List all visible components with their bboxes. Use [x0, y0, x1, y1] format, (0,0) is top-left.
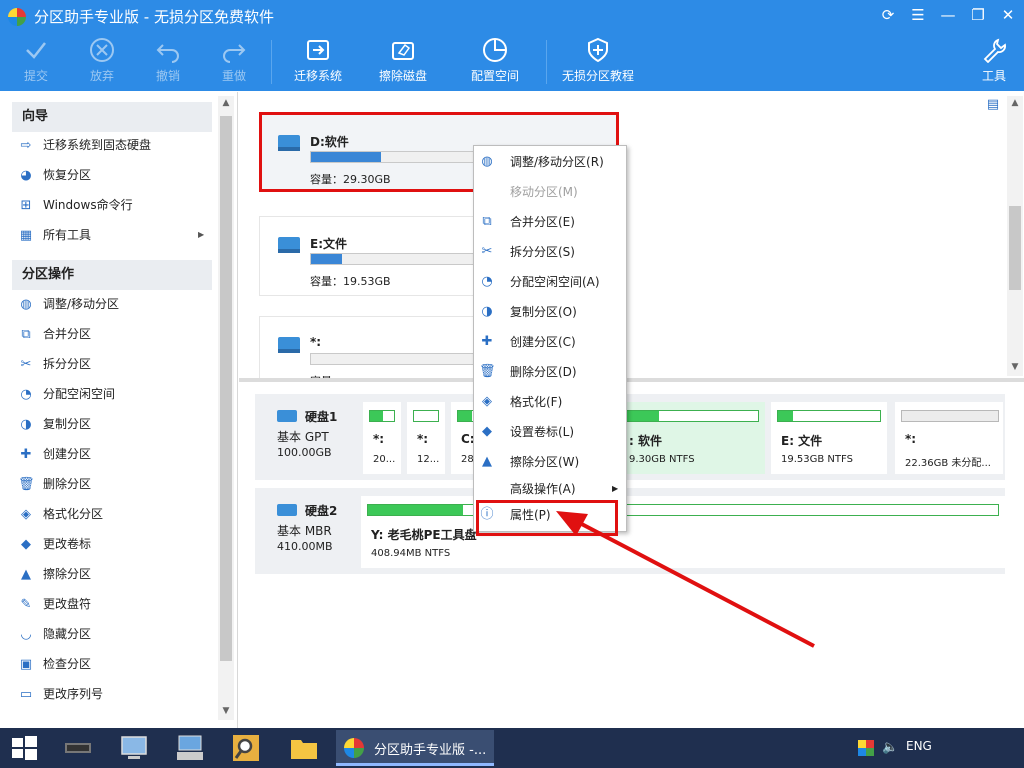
memory-chip-icon[interactable]: [62, 732, 94, 764]
folder-icon[interactable]: [288, 732, 320, 764]
app-window: 分区助手专业版 - 无损分区免费软件 ⟳ ☰ — ❐ ✕ 提交 放弃 撤销 重做: [0, 0, 1024, 728]
language-indicator[interactable]: ENG: [906, 739, 932, 753]
taskbar: 分区助手专业版 -... 🔈 ENG: [0, 728, 1024, 768]
computer-icon[interactable]: [118, 732, 150, 764]
search-magnifier-icon[interactable]: [230, 732, 262, 764]
speaker-icon[interactable]: 🔈: [882, 740, 898, 755]
app-logo-icon: [344, 738, 364, 758]
tray-color-icon[interactable]: [858, 740, 874, 756]
taskbar-active-app[interactable]: 分区助手专业版 -...: [336, 730, 494, 766]
windows-start-icon[interactable]: [8, 732, 40, 764]
annotation-arrow: [556, 511, 815, 648]
taskbar-app-label: 分区助手专业版 -...: [374, 743, 487, 758]
keyboard-icon[interactable]: [174, 732, 206, 764]
